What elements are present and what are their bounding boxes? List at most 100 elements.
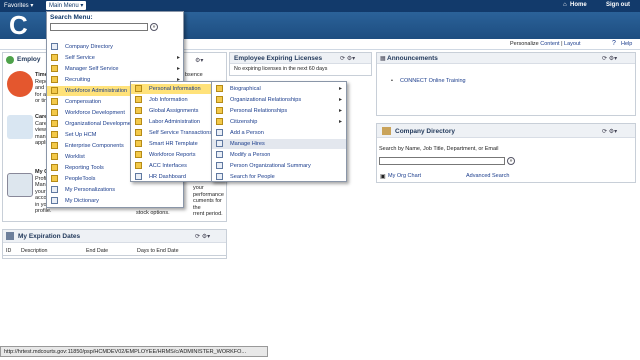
settings-icon[interactable]: ⟳ ⚙▾: [195, 233, 210, 240]
folder-icon: [51, 164, 58, 171]
chevron-right-icon: ▸: [339, 119, 343, 125]
submenu-item-person-organizational-summary[interactable]: Person Organizational Summary: [212, 161, 346, 171]
calendar-icon: [6, 232, 14, 240]
bullet: •: [391, 78, 393, 84]
directory-prompt: Search by Name, Job Title, Department, o…: [379, 146, 499, 152]
separator: |: [561, 41, 563, 47]
chevron-right-icon: ▸: [177, 66, 181, 72]
directory-title: Company Directory: [395, 128, 455, 135]
document-icon: [216, 162, 223, 169]
search-icon[interactable]: »: [150, 23, 158, 31]
document-icon: [216, 151, 223, 158]
folder-icon: [216, 85, 223, 92]
submenu-item-modify-a-person[interactable]: Modify a Person: [212, 150, 346, 160]
column-header[interactable]: Description: [21, 248, 48, 254]
chevron-right-icon: ▸: [339, 86, 343, 92]
personalize-content-link[interactable]: Content: [540, 41, 559, 47]
folder-icon: [51, 65, 58, 72]
help-link[interactable]: Help: [621, 41, 632, 47]
time-icon: [7, 71, 33, 97]
sign-out-link[interactable]: Sign out: [606, 2, 630, 8]
pagelet-title: Employ: [17, 56, 41, 63]
search-menu-input[interactable]: [50, 23, 148, 31]
folder-icon: [135, 107, 142, 114]
advanced-search-link[interactable]: Advanced Search: [466, 173, 509, 179]
help-icon[interactable]: ?: [612, 40, 616, 47]
search-icon[interactable]: »: [507, 157, 515, 165]
search-menu-label: Search Menu:: [50, 14, 93, 21]
my-org-chart-link[interactable]: My Org Chart: [388, 173, 421, 179]
submenu-item-manage-hires[interactable]: Manage Hires: [212, 139, 346, 149]
connect-logo: C: [9, 10, 28, 40]
folder-icon: [51, 153, 58, 160]
folder-icon: [135, 151, 142, 158]
document-icon: [51, 43, 58, 50]
folder-icon: [135, 162, 142, 169]
home-link[interactable]: Home: [570, 2, 587, 8]
folder-icon: [51, 109, 58, 116]
announcement-link[interactable]: CONNECT Online Training: [400, 78, 466, 84]
folder-icon: [51, 120, 58, 127]
menu-item-self-service[interactable]: Self Service ▸: [47, 53, 183, 63]
announcements-pagelet: Announcements ▦ ⟳ ⚙▾ • CONNECT Online Tr…: [376, 52, 636, 116]
folder-icon: [135, 118, 142, 125]
menu-item-my-personalizations[interactable]: My Personalizations: [47, 185, 183, 195]
announcements-title: Announcements: [387, 55, 438, 62]
settings-icon[interactable]: ⟳ ⚙▾: [602, 55, 617, 62]
menu-item-my-dictionary[interactable]: My Dictionary: [47, 196, 183, 206]
folder-icon: [135, 129, 142, 136]
personal-information-submenu: Biographical ▸ Organizational Relationshi…: [211, 81, 347, 182]
folder-icon: [135, 85, 142, 92]
document-icon: [216, 173, 223, 180]
home-icon[interactable]: ⌂: [563, 2, 567, 8]
profile-text: profile.: [35, 208, 52, 214]
folder-icon: [51, 142, 58, 149]
org-chart-icon: ▣: [380, 174, 386, 180]
personalize-layout-link[interactable]: Layout: [564, 41, 581, 47]
document-icon: [51, 186, 58, 193]
submenu-item-organizational-relationships[interactable]: Organizational Relationships ▸: [212, 95, 346, 105]
folder-icon: [51, 87, 58, 94]
stock-text: stock options.: [136, 210, 170, 216]
submenu-item-search-for-people[interactable]: Search for People: [212, 172, 346, 182]
favorites-menu[interactable]: Favorites ▾: [4, 2, 33, 9]
folder-icon: [51, 98, 58, 105]
folder-icon: [216, 118, 223, 125]
folder-icon: [216, 96, 223, 103]
submenu-item-personal-relationships[interactable]: Personal Relationships ▸: [212, 106, 346, 116]
chevron-right-icon: ▸: [339, 97, 343, 103]
column-header[interactable]: ID: [6, 248, 11, 254]
expiring-licenses-pagelet: Employee Expiring Licenses ⟳ ⚙▾ No expir…: [229, 52, 372, 76]
chevron-right-icon: ▸: [177, 55, 181, 61]
performance-text: your performance: [193, 185, 224, 198]
status-bar-url: http://hrtest.mdcourts.gov:11850/psp/HCM…: [0, 346, 268, 357]
folder-icon: [51, 175, 58, 182]
refresh-icon[interactable]: ⚙▾: [195, 57, 203, 64]
main-menu[interactable]: Main Menu ▾: [46, 1, 87, 10]
folder-icon: [51, 131, 58, 138]
settings-icon[interactable]: ⟳ ⚙▾: [340, 55, 355, 62]
submenu-item-add-a-person[interactable]: Add a Person: [212, 128, 346, 138]
menu-item-manager-self-service[interactable]: Manager Self Service ▸: [47, 64, 183, 74]
document-icon: [216, 129, 223, 136]
expiring-title: Employee Expiring Licenses: [234, 55, 323, 62]
expiration-pagelet: My Expiration Dates ⟳ ⚙▾ ID Description …: [2, 229, 227, 259]
folder-icon: [51, 76, 58, 83]
grid-icon: ▦: [380, 56, 386, 62]
settings-icon[interactable]: ⟳ ⚙▾: [602, 128, 617, 135]
submenu-item-biographical[interactable]: Biographical ▸: [212, 84, 346, 94]
submenu-item-citizenship[interactable]: Citizenship ▸: [212, 117, 346, 127]
directory-search-input[interactable]: [379, 157, 505, 165]
menu-item-company-directory[interactable]: Company Directory: [47, 42, 183, 52]
column-header[interactable]: End Date: [86, 248, 108, 254]
profile-icon: [7, 173, 33, 197]
company-directory-pagelet: Company Directory ⟳ ⚙▾ Search by Name, J…: [376, 123, 636, 183]
empty-message: No expiring licenses in the next 60 days: [234, 66, 328, 72]
document-icon: [135, 173, 142, 180]
directory-icon: [382, 127, 391, 135]
document-icon: [51, 197, 58, 204]
performance-text: rrent period.: [193, 211, 223, 217]
column-header[interactable]: Days to End Date: [137, 248, 179, 254]
folder-icon: [135, 96, 142, 103]
folder-icon: [135, 140, 142, 147]
